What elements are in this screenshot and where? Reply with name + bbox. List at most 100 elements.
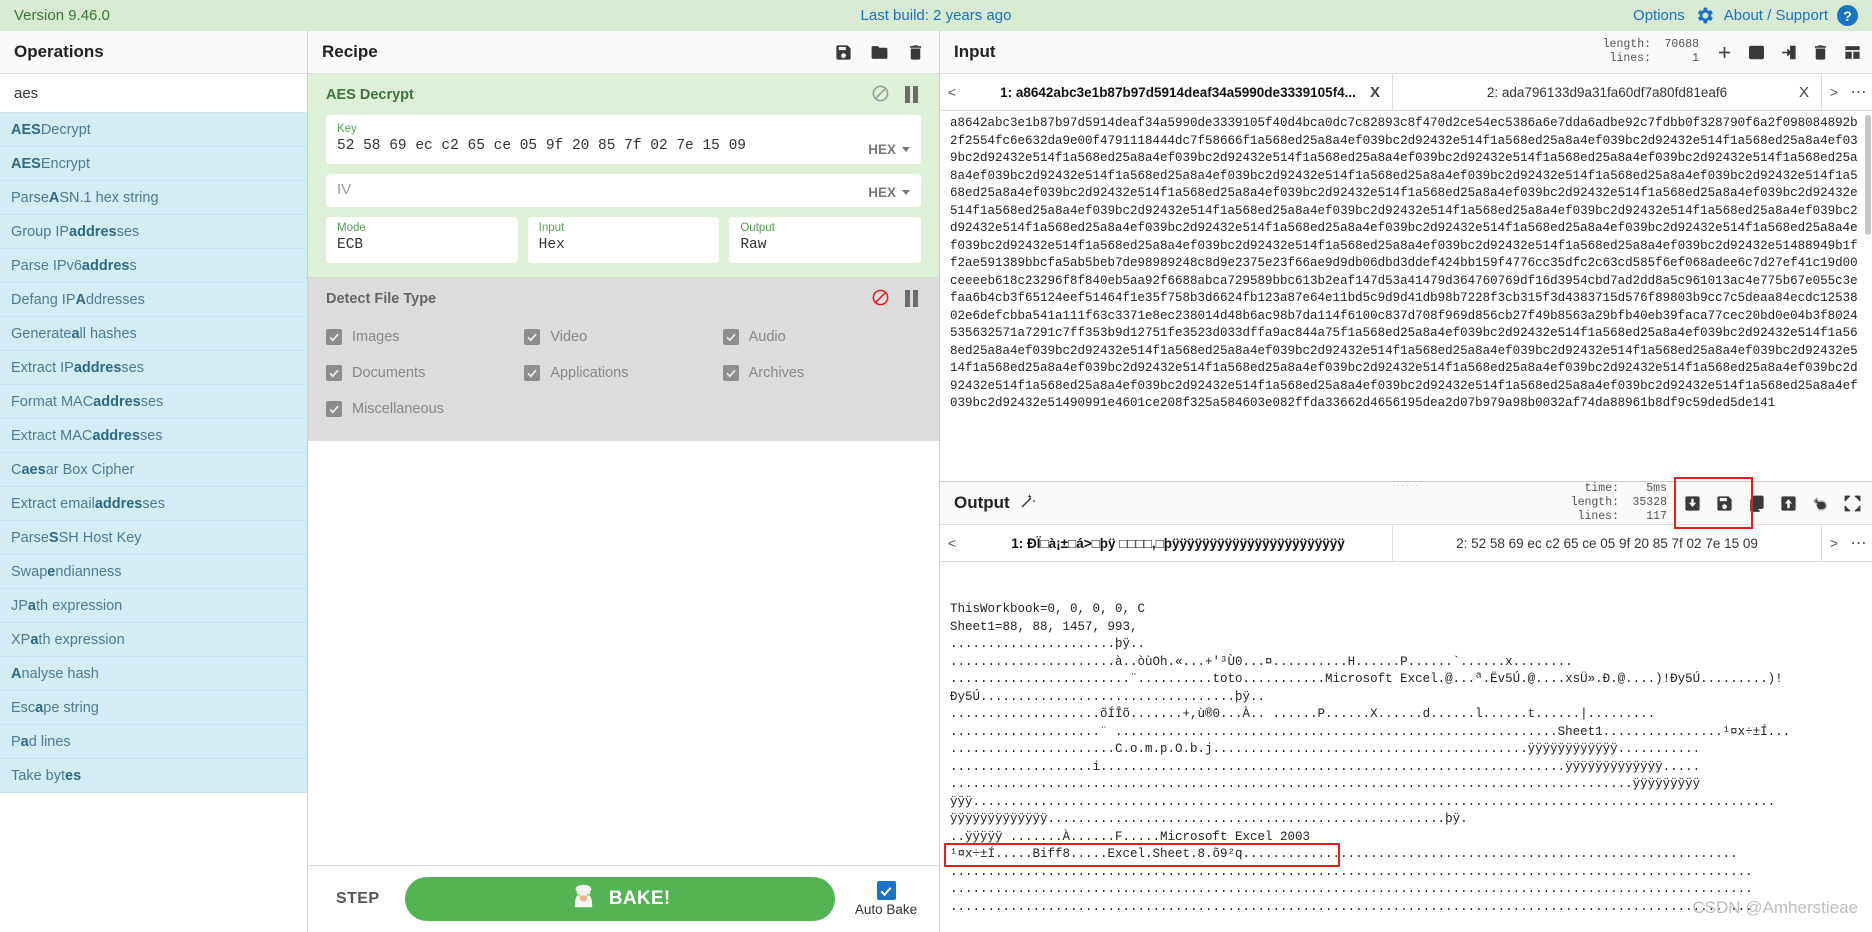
input-format-select[interactable]: Input Hex (527, 217, 720, 263)
key-field[interactable]: Key 52 58 69 ec c2 65 ce 05 9f 20 85 7f … (326, 115, 921, 164)
file-type-checkbox[interactable]: Archives (722, 355, 921, 391)
replace-input-icon[interactable] (1779, 494, 1798, 513)
operation-list-item[interactable]: JP a th expression (0, 589, 307, 623)
output-prev-tab-arrow[interactable]: < (940, 525, 964, 561)
checkbox-box[interactable] (722, 365, 739, 381)
breakpoint-icon[interactable] (905, 86, 921, 104)
operation-list-item[interactable]: Extract MAC addres ses (0, 419, 307, 453)
maximise-output-icon[interactable] (1843, 494, 1862, 513)
input-tab-1-close-icon[interactable]: X (1370, 84, 1380, 101)
operation-list-item[interactable]: Extract email addres ses (0, 487, 307, 521)
output-format-select[interactable]: Output Raw (729, 217, 922, 263)
operation-list-item[interactable]: Caes ar Box Cipher (0, 453, 307, 487)
operation-list-item[interactable]: Analyse hash (0, 657, 307, 691)
operation-list-item[interactable]: Parse IPv6 addres s (0, 249, 307, 283)
output-line: ....................õÍÎõ.......+,ù®0...À… (950, 707, 1656, 721)
input-tab-1[interactable]: 1: a8642abc3e1b87b97d5914deaf34a5990de33… (964, 74, 1393, 110)
recipe-op-aes-decrypt[interactable]: AES Decrypt Key 52 58 69 ec c2 65 ce 05 … (308, 74, 939, 277)
save-output-icon[interactable] (1715, 494, 1734, 513)
checkbox-label: Images (352, 329, 400, 345)
operation-list-item[interactable]: Swap e ndianness (0, 555, 307, 589)
file-type-checkbox[interactable]: Documents (326, 355, 524, 391)
input-textarea[interactable]: a8642abc3e1b87b97d5914deaf34a5990de33391… (940, 111, 1872, 482)
auto-bake-checkbox[interactable] (876, 881, 896, 900)
breakpoint-icon[interactable] (905, 290, 921, 308)
input-prev-tab-arrow[interactable]: < (940, 74, 964, 110)
checkbox-box[interactable] (722, 329, 739, 345)
operation-list-item[interactable]: Group IP addres ses (0, 215, 307, 249)
iv-field[interactable]: IV HEX (326, 174, 921, 207)
output-tab-1[interactable]: 1: ÐÏ□à¡±□á>□þÿ □□□□,□þÿÿÿÿÿÿÿÿÿÿÿÿÿÿÿÿÿ… (964, 525, 1393, 561)
input-tab-2[interactable]: 2: ada796133d9a31fa60df7a80fd81eaf6 X (1393, 74, 1822, 110)
clear-recipe-icon[interactable] (906, 43, 925, 62)
operation-list-item[interactable]: Parse A SN.1 hex string (0, 181, 307, 215)
operation-list-item[interactable]: Pad lines (0, 725, 307, 759)
mode-select[interactable]: Mode ECB (326, 217, 518, 263)
chef-icon (570, 883, 597, 916)
clear-input-icon[interactable] (1811, 43, 1830, 62)
auto-bake-toggle[interactable]: Auto Bake (849, 881, 923, 917)
output-title: Output (954, 492, 1037, 515)
file-type-checkbox[interactable]: Applications (524, 355, 722, 391)
operation-list-item[interactable]: Defang IP Addresses (0, 283, 307, 317)
options-link[interactable]: Options (1633, 7, 1685, 24)
iv-format-dropdown[interactable]: HEX (856, 185, 910, 200)
operations-list: AES Decrypt AES Encrypt Parse A SN.1 hex st… (0, 113, 307, 932)
file-type-checkbox[interactable]: Audio (722, 319, 921, 355)
checkbox-box[interactable] (326, 365, 342, 381)
operation-list-item[interactable]: XP a th expression (0, 623, 307, 657)
help-icon[interactable]: ? (1837, 5, 1858, 26)
key-format-dropdown[interactable]: HEX (856, 142, 910, 157)
operation-list-item[interactable]: Generate a ll hashes (0, 317, 307, 351)
operation-list-item[interactable]: Esc a pe string (0, 691, 307, 725)
checkbox-box[interactable] (326, 401, 342, 417)
output-textarea[interactable]: ThisWorkbook=0, 0, 0, 0, C Sheet1=88, 88,… (940, 562, 1872, 932)
file-type-checkbox[interactable]: Video (524, 319, 722, 355)
save-to-file-icon[interactable] (1683, 494, 1702, 513)
key-format-value: HEX (868, 142, 896, 157)
magic-wand-icon[interactable] (1019, 492, 1037, 515)
checkbox-box[interactable] (524, 329, 541, 345)
input-scrollbar-thumb[interactable] (1865, 115, 1871, 235)
search-input[interactable] (0, 74, 307, 113)
save-recipe-icon[interactable] (834, 43, 853, 62)
recipe-operations-list: AES Decrypt Key 52 58 69 ec c2 65 ce 05 … (308, 74, 939, 865)
output-line: ÿÿÿ.....................................… (950, 794, 1776, 809)
checkbox-label: Miscellaneous (352, 401, 444, 417)
checkbox-box[interactable] (524, 365, 541, 381)
auto-bake-label: Auto Bake (854, 902, 918, 917)
file-type-checkbox[interactable]: Miscellaneous (326, 391, 524, 427)
disable-op-icon[interactable] (871, 84, 890, 106)
copy-icon[interactable] (1747, 494, 1766, 513)
io-resize-grip[interactable]: ······ (1386, 480, 1426, 490)
output-tabs-more-icon[interactable]: ⋯ (1846, 525, 1872, 561)
operation-list-item[interactable]: Take byt es (0, 759, 307, 793)
gear-icon[interactable] (1694, 5, 1715, 26)
output-next-tab-arrow[interactable]: > (1822, 525, 1846, 561)
add-input-tab-icon[interactable] (1715, 43, 1734, 62)
top-banner: Version 9.46.0 Last build: 2 years ago O… (0, 0, 1872, 31)
operation-list-item[interactable]: Extract IP addres ses (0, 351, 307, 385)
key-field-value[interactable]: 52 58 69 ec c2 65 ce 05 9f 20 85 7f 02 7… (337, 136, 856, 157)
open-folder-icon[interactable] (1747, 43, 1766, 62)
input-next-tab-arrow[interactable]: > (1822, 74, 1846, 110)
load-recipe-icon[interactable] (870, 43, 889, 62)
checkbox-box[interactable] (326, 329, 342, 345)
file-type-checkbox[interactable]: Images (326, 319, 524, 355)
recipe-title: Recipe (322, 42, 378, 61)
about-support-link[interactable]: About / Support (1724, 7, 1828, 24)
input-tab-2-close-icon[interactable]: X (1799, 84, 1809, 101)
disable-op-icon[interactable] (871, 288, 890, 310)
operation-list-item[interactable]: Parse S SH Host Key (0, 521, 307, 555)
step-button[interactable]: STEP (324, 882, 391, 916)
operation-list-item[interactable]: Format MAC addres ses (0, 385, 307, 419)
output-tab-2[interactable]: 2: 52 58 69 ec c2 65 ce 05 9f 20 85 7f 0… (1393, 525, 1822, 561)
recipe-op-detect-file-type[interactable]: Detect File Type Images Video Audio Documen… (308, 277, 939, 441)
open-folder-as-input-icon[interactable] (1779, 43, 1798, 62)
output-length-value: 35328 (1632, 496, 1667, 509)
bake-button[interactable]: BAKE! (405, 877, 835, 921)
input-tabs-more-icon[interactable]: ⋯ (1846, 74, 1872, 110)
operation-list-item[interactable]: AES Decrypt (0, 113, 307, 147)
layout-icon[interactable] (1843, 43, 1862, 62)
operation-list-item[interactable]: AES Encrypt (0, 147, 307, 181)
